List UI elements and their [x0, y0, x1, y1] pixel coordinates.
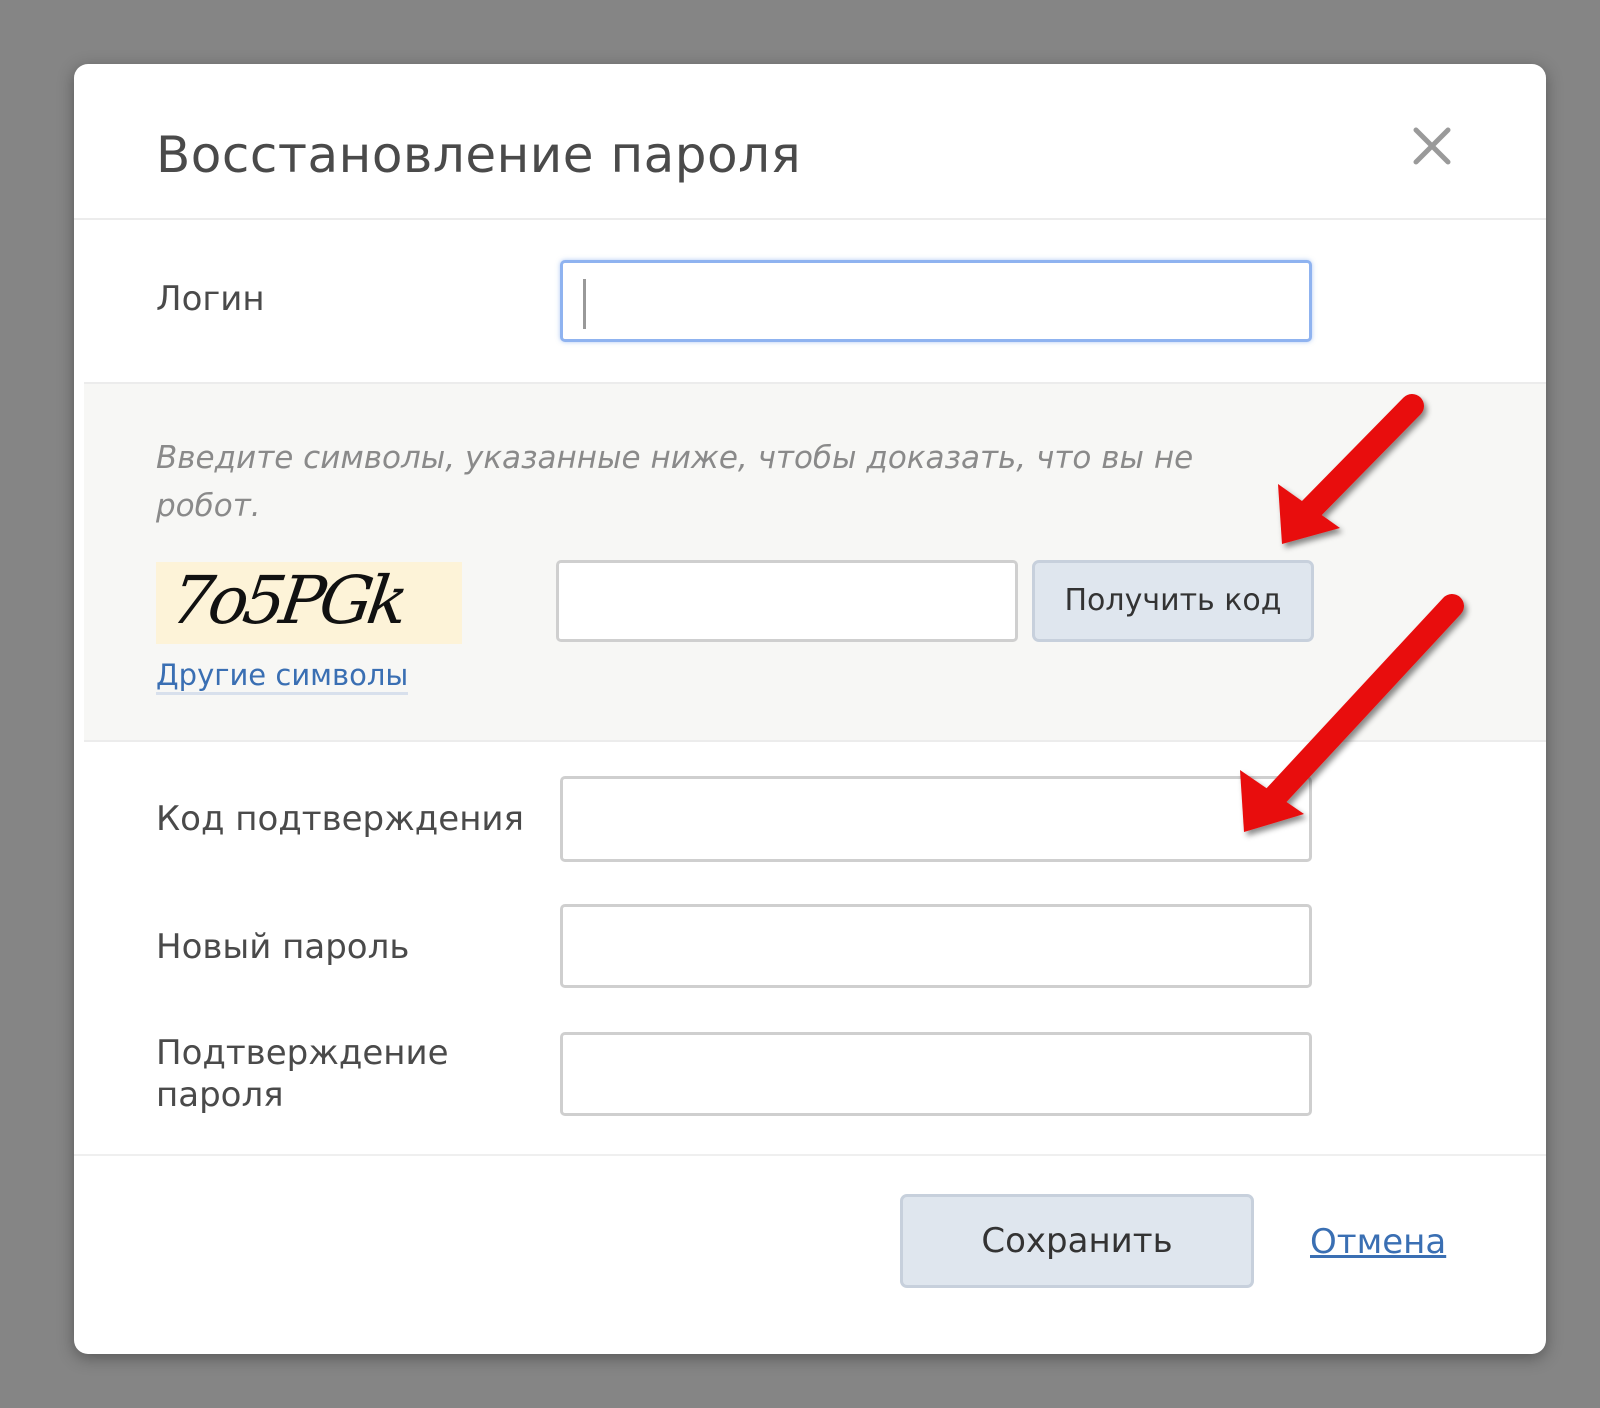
- captcha-image-text: 7o5PGk: [166, 562, 409, 639]
- save-button[interactable]: Сохранить: [900, 1194, 1254, 1288]
- confirmation-code-input[interactable]: [560, 776, 1312, 862]
- other-symbols-link[interactable]: Другие символы: [156, 658, 409, 695]
- login-label: Логин: [156, 279, 265, 319]
- new-password-input[interactable]: [560, 904, 1312, 988]
- password-confirm-label-line2: пароля: [156, 1075, 284, 1115]
- new-password-label: Новый пароль: [156, 927, 410, 967]
- get-code-button[interactable]: Получить код: [1032, 560, 1314, 642]
- cancel-link[interactable]: Отмена: [1310, 1222, 1446, 1262]
- close-icon[interactable]: [1410, 124, 1454, 168]
- captcha-input[interactable]: [556, 560, 1018, 642]
- captcha-section: Введите символы, указанные ниже, чтобы д…: [84, 382, 1546, 742]
- captcha-hint: Введите символы, указанные ниже, чтобы д…: [156, 440, 1194, 524]
- footer-divider: [74, 1154, 1546, 1156]
- password-confirm-label: Подтверждение пароля: [156, 1032, 449, 1116]
- text-caret: [583, 279, 586, 329]
- password-confirm-input[interactable]: [560, 1032, 1312, 1116]
- password-confirm-label-line1: Подтверждение: [156, 1033, 449, 1073]
- dialog-title: Восстановление пароля: [156, 126, 802, 184]
- password-recovery-dialog: Восстановление пароля Логин Введите симв…: [74, 64, 1546, 1354]
- login-input[interactable]: [560, 260, 1312, 342]
- header-divider: [74, 218, 1546, 220]
- confirmation-code-label: Код подтверждения: [156, 799, 524, 839]
- captcha-image: 7o5PGk: [156, 562, 462, 644]
